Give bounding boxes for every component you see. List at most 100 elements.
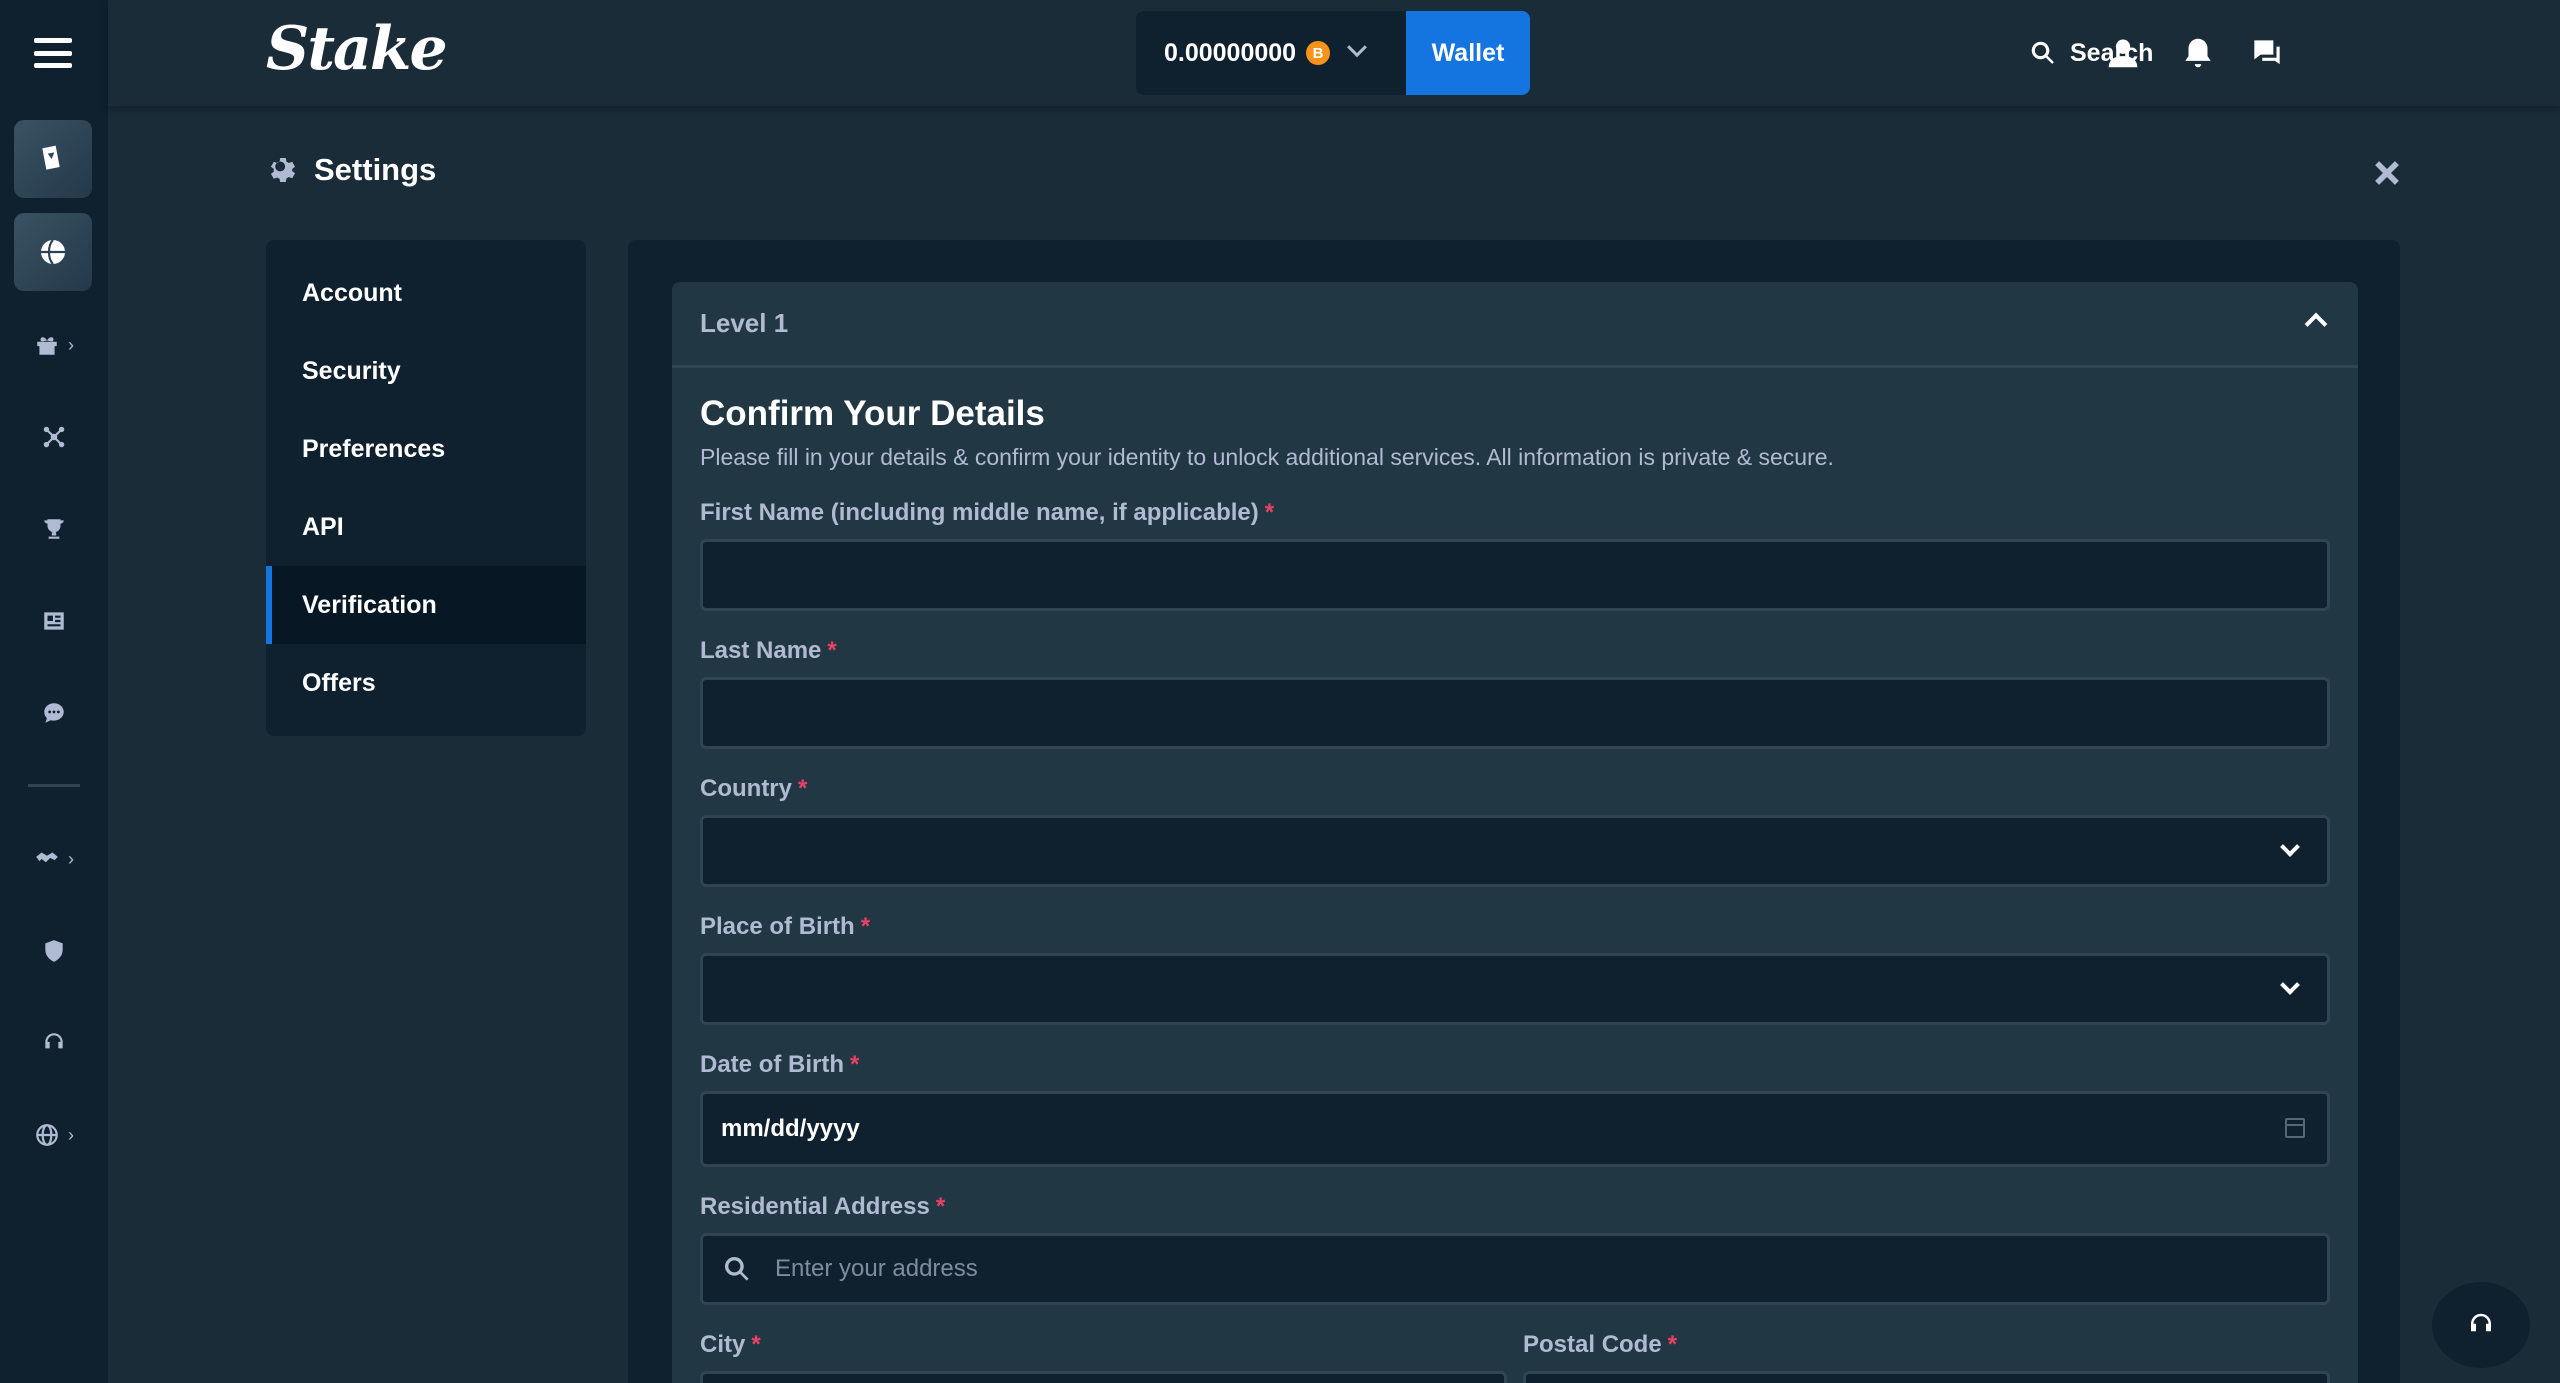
postal-code-field[interactable]: [1523, 1371, 2330, 1383]
settings-nav-preferences[interactable]: Preferences: [266, 410, 586, 488]
date-of-birth-field[interactable]: mm/dd/yyyy: [700, 1091, 2330, 1167]
place-of-birth-select[interactable]: [700, 953, 2330, 1025]
live-support-item[interactable]: [0, 1013, 108, 1073]
city-label-text: City: [700, 1331, 746, 1358]
level-title: Level 1: [700, 308, 789, 338]
forum-item[interactable]: [0, 683, 108, 743]
place-of-birth-label: Place of Birth *: [700, 913, 2330, 941]
level-card: Level 1 Confirm Your Details Please fill…: [672, 282, 2358, 1383]
first-name-label-text: First Name (including middle name, if ap…: [700, 499, 1259, 526]
language-item[interactable]: ›: [0, 1105, 108, 1165]
chat-bubble-icon: [44, 703, 64, 723]
required-marker: *: [935, 1193, 946, 1220]
settings-nav-security[interactable]: Security: [266, 332, 586, 410]
stake-logo[interactable]: Stake: [266, 14, 448, 84]
affiliate-item[interactable]: [0, 407, 108, 467]
required-marker: *: [798, 775, 808, 802]
sports-tile[interactable]: [14, 213, 92, 291]
gear-icon: [270, 157, 296, 183]
required-marker: *: [827, 637, 837, 664]
handshake-icon: [36, 852, 58, 863]
bell-icon: [2185, 38, 2211, 68]
city-postal-row: City * Postal Code *: [700, 1305, 2330, 1383]
settings-nav-account[interactable]: Account: [266, 254, 586, 332]
required-marker: *: [751, 1331, 761, 1358]
address-search-input[interactable]: Enter your address: [700, 1233, 2330, 1305]
required-marker: *: [1667, 1331, 1678, 1358]
search-icon: [2031, 41, 2054, 64]
user-profile-button[interactable]: [2104, 34, 2142, 72]
sponsorships-item[interactable]: ›: [0, 829, 108, 889]
network-icon: [43, 426, 65, 448]
rail-divider: [28, 784, 80, 787]
first-name-label: First Name (including middle name, if ap…: [700, 499, 2330, 527]
user-icon: [2108, 39, 2138, 68]
settings-nav-verification[interactable]: Verification: [266, 566, 586, 644]
settings-nav-api[interactable]: API: [266, 488, 586, 566]
page-title: Settings: [266, 152, 436, 188]
address-label-text: Residential Address: [700, 1193, 930, 1220]
gift-icon: [37, 337, 57, 355]
trophy-icon: [44, 519, 64, 539]
form-description: Please fill in your details & confirm yo…: [700, 444, 1834, 470]
responsible-gambling-item[interactable]: [0, 921, 108, 981]
settings-nav-offers[interactable]: Offers: [266, 644, 586, 722]
country-label: Country *: [700, 775, 2330, 803]
last-name-label: Last Name *: [700, 637, 2330, 665]
vip-club-item[interactable]: [0, 499, 108, 559]
first-name-field[interactable]: [700, 539, 2330, 611]
city-field[interactable]: [700, 1371, 1507, 1383]
headset-icon: [2471, 1313, 2491, 1332]
globe-icon: [36, 1124, 58, 1146]
verification-panel: Level 1 Confirm Your Details Please fill…: [628, 240, 2400, 1383]
chevron-down-icon: [2280, 837, 2300, 857]
top-header: Stake 0.00000000 B Wallet Search: [108, 0, 2560, 106]
city-column: City *: [700, 1305, 1507, 1383]
chevron-right-icon: ›: [68, 1124, 74, 1145]
country-label-text: Country: [700, 775, 792, 802]
date-of-birth-label-text: Date of Birth: [700, 1051, 844, 1078]
newspaper-icon: [44, 612, 64, 630]
postal-code-label-text: Postal Code: [1523, 1331, 1662, 1358]
menu-toggle-icon[interactable]: [34, 38, 72, 68]
close-settings-button[interactable]: [2370, 156, 2404, 190]
chevron-up-icon: [2304, 312, 2328, 336]
cards-icon: [42, 145, 60, 170]
place-of-birth-label-text: Place of Birth: [700, 913, 855, 940]
country-select[interactable]: [700, 815, 2330, 887]
notifications-button[interactable]: [2179, 34, 2217, 72]
promotions-item[interactable]: ›: [0, 315, 108, 375]
headset-icon: [45, 1033, 63, 1049]
blog-item[interactable]: [0, 591, 108, 651]
last-name-label-text: Last Name: [700, 637, 822, 664]
calendar-icon[interactable]: [2285, 1118, 2305, 1138]
postal-code-column: Postal Code *: [1523, 1305, 2330, 1383]
sidebar-rail: › › ›: [0, 0, 108, 1383]
live-support-button[interactable]: [2432, 1282, 2530, 1368]
chat-icon: [2254, 40, 2280, 65]
required-marker: *: [1264, 499, 1275, 526]
date-of-birth-value: mm/dd/yyyy: [721, 1115, 860, 1142]
settings-title-text: Settings: [314, 152, 437, 187]
chevron-right-icon: ›: [68, 334, 74, 355]
last-name-field[interactable]: [700, 677, 2330, 749]
address-placeholder: Enter your address: [775, 1255, 978, 1282]
level-accordion-header[interactable]: Level 1: [672, 282, 2358, 368]
bitcoin-icon: B: [1306, 41, 1331, 65]
casino-tile[interactable]: [14, 120, 92, 198]
settings-nav: Account Security Preferences API Verific…: [266, 240, 586, 736]
close-icon: [2375, 161, 2399, 185]
postal-code-label: Postal Code *: [1523, 1331, 2330, 1359]
wallet-button[interactable]: Wallet: [1406, 11, 1530, 95]
chevron-down-icon: [1347, 37, 1367, 58]
date-of-birth-label: Date of Birth *: [700, 1051, 2330, 1079]
address-label: Residential Address *: [700, 1193, 2330, 1221]
search-icon: [725, 1257, 749, 1281]
shield-icon: [45, 940, 63, 962]
city-label: City *: [700, 1331, 1507, 1359]
required-marker: *: [860, 913, 871, 940]
balance-amount: 0.00000000: [1164, 38, 1297, 67]
balance-selector[interactable]: 0.00000000 B: [1136, 11, 1406, 95]
chat-button[interactable]: [2248, 34, 2286, 72]
required-marker: *: [850, 1051, 860, 1078]
